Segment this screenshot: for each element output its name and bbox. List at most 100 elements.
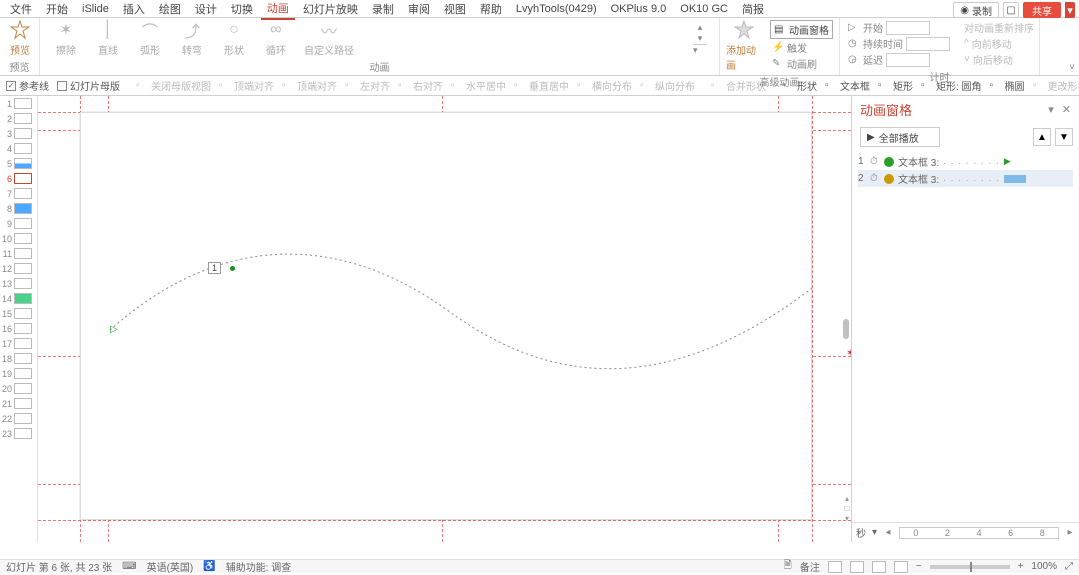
timeline-prev[interactable]: ◂ bbox=[883, 527, 893, 538]
fit-icon[interactable]: ⤢ bbox=[1065, 561, 1073, 572]
slide-surface[interactable] bbox=[80, 112, 812, 520]
menu-插入[interactable]: 插入 bbox=[117, 0, 151, 19]
anim-list[interactable]: 1⏱文本框 3:. . . . . . . .▶2⏱文本框 3:. . . . … bbox=[852, 151, 1079, 522]
menu-幻灯片放映[interactable]: 幻灯片放映 bbox=[297, 0, 364, 19]
share-button[interactable]: 共享 bbox=[1023, 2, 1061, 18]
marker-up-icon[interactable]: ▴ bbox=[845, 494, 849, 503]
menu-简报[interactable]: 简报 bbox=[736, 0, 770, 19]
thumb-3[interactable]: 3 bbox=[0, 126, 37, 141]
pane-close-icon[interactable]: ✕ bbox=[1062, 103, 1071, 116]
sec-dropdown-icon[interactable]: ▾ bbox=[872, 527, 877, 538]
move-earlier[interactable]: ^ 向前移动 bbox=[962, 36, 1036, 51]
view-reading[interactable] bbox=[872, 561, 886, 573]
qt-topAlign[interactable]: ▫顶端对齐 bbox=[219, 78, 274, 93]
thumb-4[interactable]: 4 bbox=[0, 141, 37, 156]
effect-擦除[interactable]: ✶擦除 bbox=[52, 20, 80, 57]
qt-leftAlign[interactable]: ▫左对齐 bbox=[345, 78, 390, 93]
thumb-11[interactable]: 11 bbox=[0, 246, 37, 261]
menu-视图[interactable]: 视图 bbox=[438, 0, 472, 19]
path-end-icon[interactable]: ✶ bbox=[846, 348, 851, 359]
menu-文件[interactable]: 文件 bbox=[4, 0, 38, 19]
thumb-22[interactable]: 22 bbox=[0, 411, 37, 426]
menu-绘图[interactable]: 绘图 bbox=[153, 0, 187, 19]
thumb-6[interactable]: 6 bbox=[0, 171, 37, 186]
present-icon-button[interactable]: ▢ bbox=[1003, 2, 1019, 18]
thumb-19[interactable]: 19 bbox=[0, 366, 37, 381]
qt-rightAlign[interactable]: ▫右对齐 bbox=[398, 78, 443, 93]
path-start-icon[interactable]: ▷ bbox=[110, 324, 118, 335]
play-all-button[interactable]: ▶ 全部播放 bbox=[860, 127, 940, 147]
view-sorter[interactable] bbox=[850, 561, 864, 573]
menu-iSlide[interactable]: iSlide bbox=[76, 1, 115, 17]
view-normal[interactable] bbox=[828, 561, 842, 573]
duration-input[interactable] bbox=[906, 37, 950, 51]
menu-OKPlus 9.0[interactable]: OKPlus 9.0 bbox=[605, 1, 673, 17]
qt-hCenter[interactable]: ▫水平居中 bbox=[451, 78, 506, 93]
thumb-9[interactable]: 9 bbox=[0, 216, 37, 231]
duration-bar[interactable] bbox=[1004, 175, 1026, 183]
marker-mid-icon[interactable]: □ bbox=[845, 504, 850, 513]
timing-delay[interactable]: ◶延迟 bbox=[846, 52, 952, 67]
status-access[interactable]: 辅助功能: 调查 bbox=[226, 559, 292, 574]
qt-ref[interactable]: ✓参考线 bbox=[6, 78, 49, 93]
slide-thumbnails[interactable]: 1234567891011121314151617181920212223 bbox=[0, 96, 38, 542]
menu-切换[interactable]: 切换 bbox=[225, 0, 259, 19]
zoom-value[interactable]: 100% bbox=[1031, 561, 1057, 572]
thumb-5[interactable]: 5 bbox=[0, 156, 37, 171]
status-lang[interactable]: 英语(英国) bbox=[147, 559, 194, 574]
thumb-1[interactable]: 1 bbox=[0, 96, 37, 111]
effect-形状[interactable]: ○形状 bbox=[220, 20, 248, 57]
object-handle[interactable] bbox=[230, 266, 235, 271]
effect-转弯[interactable]: ⤴转弯 bbox=[178, 20, 206, 57]
timing-start[interactable]: ▷开始 bbox=[846, 20, 952, 35]
move-down-button[interactable]: ▼ bbox=[1055, 128, 1073, 146]
add-animation-button[interactable]: 添加动画 bbox=[726, 20, 762, 72]
view-slideshow[interactable] bbox=[894, 561, 908, 573]
animation-order-badge[interactable]: 1 bbox=[208, 262, 221, 274]
anim-pane-toggle[interactable]: ▤ 动画窗格 bbox=[770, 20, 833, 39]
menu-审阅[interactable]: 审阅 bbox=[402, 0, 436, 19]
zoom-out[interactable]: − bbox=[916, 561, 922, 572]
menu-动画[interactable]: 动画 bbox=[261, 0, 295, 20]
start-input[interactable] bbox=[886, 21, 930, 35]
timeline-scale[interactable]: 02468 bbox=[899, 527, 1059, 539]
zoom-in[interactable]: + bbox=[1018, 561, 1024, 572]
timeline-next[interactable]: ▸ bbox=[1065, 527, 1075, 538]
vertical-scrollbar[interactable] bbox=[843, 319, 849, 339]
qt-closeMaster[interactable]: ▫关闭母版视图 bbox=[136, 78, 211, 93]
move-later[interactable]: ˅ 向后移动 bbox=[962, 52, 1036, 67]
thumb-10[interactable]: 10 bbox=[0, 231, 37, 246]
effect-循环[interactable]: ∞循环 bbox=[262, 20, 290, 57]
menu-录制[interactable]: 录制 bbox=[366, 0, 400, 19]
menu-设计[interactable]: 设计 bbox=[189, 0, 223, 19]
menu-帮助[interactable]: 帮助 bbox=[474, 0, 508, 19]
thumb-14[interactable]: 14 bbox=[0, 291, 37, 306]
thumb-7[interactable]: 7 bbox=[0, 186, 37, 201]
thumb-12[interactable]: 12 bbox=[0, 261, 37, 276]
thumb-15[interactable]: 15 bbox=[0, 306, 37, 321]
record-button[interactable]: ◉ 录制 bbox=[953, 2, 999, 18]
trigger-button[interactable]: ⚡ 触发 bbox=[770, 40, 833, 55]
delay-input[interactable] bbox=[886, 53, 930, 67]
effects-more[interactable]: ▴▾▾ bbox=[693, 22, 707, 56]
marker-down-icon[interactable]: ▾ bbox=[845, 514, 849, 523]
slide-canvas[interactable]: ▷ ✶ 1 ▴ □ ▾ bbox=[38, 96, 851, 542]
pane-menu-icon[interactable]: ▾ bbox=[1048, 103, 1054, 116]
preview-button[interactable]: 预览 bbox=[6, 20, 34, 57]
thumb-20[interactable]: 20 bbox=[0, 381, 37, 396]
qt-vDist[interactable]: ▫纵向分布 bbox=[640, 78, 695, 93]
anim-item-2[interactable]: 2⏱文本框 3:. . . . . . . . bbox=[858, 170, 1073, 187]
zoom-slider[interactable] bbox=[930, 565, 1010, 569]
qt-chgShape[interactable]: ▫更改形状 bbox=[1033, 78, 1079, 93]
notes-button[interactable]: 备注 bbox=[800, 559, 820, 574]
ribbon-collapse[interactable]: ˅ bbox=[1069, 62, 1075, 73]
qt-bottomAlign[interactable]: ▫顶端对齐 bbox=[282, 78, 337, 93]
menu-开始[interactable]: 开始 bbox=[40, 0, 74, 19]
effect-自定义路径[interactable]: 〰自定义路径 bbox=[304, 20, 354, 57]
thumb-17[interactable]: 17 bbox=[0, 336, 37, 351]
thumb-21[interactable]: 21 bbox=[0, 396, 37, 411]
anim-painter-button[interactable]: ✎ 动画刷 bbox=[770, 56, 833, 71]
anim-item-1[interactable]: 1⏱文本框 3:. . . . . . . .▶ bbox=[858, 153, 1073, 170]
share-dropdown[interactable]: ▾ bbox=[1065, 2, 1075, 18]
thumb-8[interactable]: 8 bbox=[0, 201, 37, 216]
